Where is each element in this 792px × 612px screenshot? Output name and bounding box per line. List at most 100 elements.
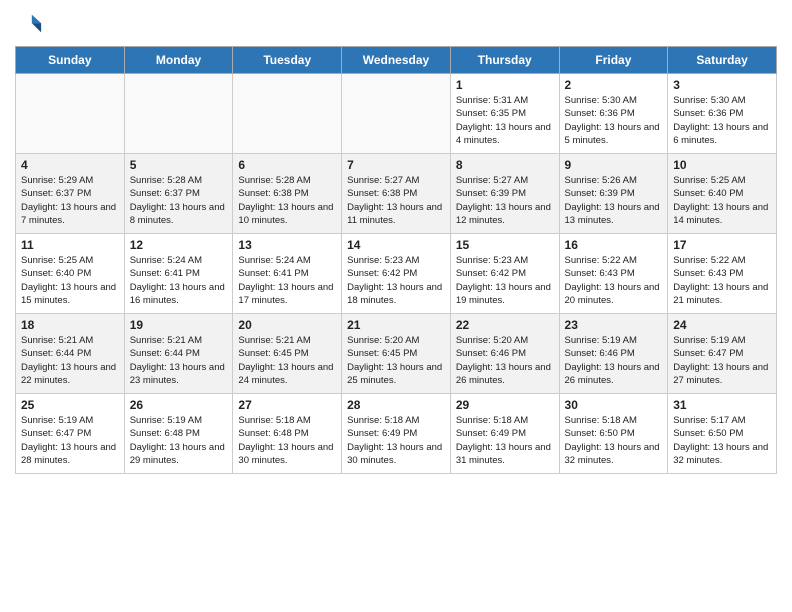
- calendar-table: SundayMondayTuesdayWednesdayThursdayFrid…: [15, 46, 777, 474]
- day-number: 10: [673, 158, 771, 172]
- calendar-cell: 31 Sunrise: 5:17 AM Sunset: 6:50 PM Dayli…: [668, 394, 777, 474]
- day-info: Sunrise: 5:19 AM Sunset: 6:48 PM Dayligh…: [130, 414, 228, 467]
- day-number: 8: [456, 158, 554, 172]
- day-number: 18: [21, 318, 119, 332]
- day-number: 17: [673, 238, 771, 252]
- weekday-header-wednesday: Wednesday: [342, 47, 451, 74]
- calendar-cell: 8 Sunrise: 5:27 AM Sunset: 6:39 PM Daylig…: [450, 154, 559, 234]
- calendar-cell: 23 Sunrise: 5:19 AM Sunset: 6:46 PM Dayli…: [559, 314, 668, 394]
- calendar-cell: 7 Sunrise: 5:27 AM Sunset: 6:38 PM Daylig…: [342, 154, 451, 234]
- day-info: Sunrise: 5:22 AM Sunset: 6:43 PM Dayligh…: [565, 254, 663, 307]
- day-number: 21: [347, 318, 445, 332]
- calendar-cell: 28Sunrise: 5:18 AM Sunset: 6:49 PM Dayli…: [342, 394, 451, 474]
- day-info: Sunrise: 5:24 AM Sunset: 6:41 PM Dayligh…: [238, 254, 336, 307]
- day-number: 1: [456, 78, 554, 92]
- calendar-cell: 19 Sunrise: 5:21 AM Sunset: 6:44 PM Dayli…: [124, 314, 233, 394]
- day-number: 29: [456, 398, 554, 412]
- weekday-header-thursday: Thursday: [450, 47, 559, 74]
- calendar-cell: 10 Sunrise: 5:25 AM Sunset: 6:40 PM Dayli…: [668, 154, 777, 234]
- calendar-cell: 6Sunrise: 5:28 AM Sunset: 6:38 PM Daylig…: [233, 154, 342, 234]
- weekday-header-tuesday: Tuesday: [233, 47, 342, 74]
- logo: [15, 10, 47, 38]
- calendar-cell: 12 Sunrise: 5:24 AM Sunset: 6:41 PM Dayli…: [124, 234, 233, 314]
- day-info: Sunrise: 5:19 AM Sunset: 6:46 PM Dayligh…: [565, 334, 663, 387]
- day-number: 11: [21, 238, 119, 252]
- day-info: Sunrise: 5:18 AM Sunset: 6:49 PM Dayligh…: [456, 414, 554, 467]
- day-number: 23: [565, 318, 663, 332]
- day-info: Sunrise: 5:23 AM Sunset: 6:42 PM Dayligh…: [456, 254, 554, 307]
- calendar-cell: 5 Sunrise: 5:28 AM Sunset: 6:37 PM Daylig…: [124, 154, 233, 234]
- day-info: Sunrise: 5:27 AM Sunset: 6:38 PM Dayligh…: [347, 174, 445, 227]
- calendar-cell: 21 Sunrise: 5:20 AM Sunset: 6:45 PM Dayli…: [342, 314, 451, 394]
- calendar-cell: 15Sunrise: 5:23 AM Sunset: 6:42 PM Dayli…: [450, 234, 559, 314]
- day-number: 19: [130, 318, 228, 332]
- day-info: Sunrise: 5:20 AM Sunset: 6:45 PM Dayligh…: [347, 334, 445, 387]
- day-info: Sunrise: 5:20 AM Sunset: 6:46 PM Dayligh…: [456, 334, 554, 387]
- calendar-cell: 3Sunrise: 5:30 AM Sunset: 6:36 PM Daylig…: [668, 74, 777, 154]
- week-row-1: 1 Sunrise: 5:31 AM Sunset: 6:35 PM Daylig…: [16, 74, 777, 154]
- day-info: Sunrise: 5:25 AM Sunset: 6:40 PM Dayligh…: [21, 254, 119, 307]
- calendar-cell: 18 Sunrise: 5:21 AM Sunset: 6:44 PM Dayli…: [16, 314, 125, 394]
- calendar-cell: 25Sunrise: 5:19 AM Sunset: 6:47 PM Dayli…: [16, 394, 125, 474]
- day-number: 13: [238, 238, 336, 252]
- day-info: Sunrise: 5:24 AM Sunset: 6:41 PM Dayligh…: [130, 254, 228, 307]
- day-number: 3: [673, 78, 771, 92]
- calendar-cell: 30 Sunrise: 5:18 AM Sunset: 6:50 PM Dayli…: [559, 394, 668, 474]
- calendar-cell: 27Sunrise: 5:18 AM Sunset: 6:48 PM Dayli…: [233, 394, 342, 474]
- day-info: Sunrise: 5:23 AM Sunset: 6:42 PM Dayligh…: [347, 254, 445, 307]
- day-info: Sunrise: 5:30 AM Sunset: 6:36 PM Dayligh…: [565, 94, 663, 147]
- day-info: Sunrise: 5:19 AM Sunset: 6:47 PM Dayligh…: [673, 334, 771, 387]
- calendar-cell: 26Sunrise: 5:19 AM Sunset: 6:48 PM Dayli…: [124, 394, 233, 474]
- day-number: 7: [347, 158, 445, 172]
- day-info: Sunrise: 5:29 AM Sunset: 6:37 PM Dayligh…: [21, 174, 119, 227]
- day-number: 31: [673, 398, 771, 412]
- logo-icon: [15, 10, 43, 38]
- day-info: Sunrise: 5:18 AM Sunset: 6:50 PM Dayligh…: [565, 414, 663, 467]
- day-number: 30: [565, 398, 663, 412]
- calendar-cell: 4 Sunrise: 5:29 AM Sunset: 6:37 PM Daylig…: [16, 154, 125, 234]
- calendar-cell: 29 Sunrise: 5:18 AM Sunset: 6:49 PM Dayli…: [450, 394, 559, 474]
- day-number: 12: [130, 238, 228, 252]
- day-number: 9: [565, 158, 663, 172]
- day-info: Sunrise: 5:25 AM Sunset: 6:40 PM Dayligh…: [673, 174, 771, 227]
- day-info: Sunrise: 5:28 AM Sunset: 6:37 PM Dayligh…: [130, 174, 228, 227]
- day-number: 5: [130, 158, 228, 172]
- day-number: 28: [347, 398, 445, 412]
- day-number: 20: [238, 318, 336, 332]
- weekday-header-saturday: Saturday: [668, 47, 777, 74]
- calendar-cell: 20Sunrise: 5:21 AM Sunset: 6:45 PM Dayli…: [233, 314, 342, 394]
- day-info: Sunrise: 5:17 AM Sunset: 6:50 PM Dayligh…: [673, 414, 771, 467]
- day-number: 14: [347, 238, 445, 252]
- day-info: Sunrise: 5:31 AM Sunset: 6:35 PM Dayligh…: [456, 94, 554, 147]
- day-info: Sunrise: 5:26 AM Sunset: 6:39 PM Dayligh…: [565, 174, 663, 227]
- weekday-header-sunday: Sunday: [16, 47, 125, 74]
- day-info: Sunrise: 5:27 AM Sunset: 6:39 PM Dayligh…: [456, 174, 554, 227]
- day-number: 2: [565, 78, 663, 92]
- day-number: 25: [21, 398, 119, 412]
- day-number: 24: [673, 318, 771, 332]
- calendar-cell: [342, 74, 451, 154]
- calendar-cell: 22 Sunrise: 5:20 AM Sunset: 6:46 PM Dayli…: [450, 314, 559, 394]
- calendar-cell: 17 Sunrise: 5:22 AM Sunset: 6:43 PM Dayli…: [668, 234, 777, 314]
- week-row-3: 11 Sunrise: 5:25 AM Sunset: 6:40 PM Dayli…: [16, 234, 777, 314]
- weekday-header-monday: Monday: [124, 47, 233, 74]
- day-number: 22: [456, 318, 554, 332]
- day-info: Sunrise: 5:21 AM Sunset: 6:44 PM Dayligh…: [130, 334, 228, 387]
- calendar-cell: 1 Sunrise: 5:31 AM Sunset: 6:35 PM Daylig…: [450, 74, 559, 154]
- weekday-header-friday: Friday: [559, 47, 668, 74]
- page-header: [15, 10, 777, 38]
- day-info: Sunrise: 5:22 AM Sunset: 6:43 PM Dayligh…: [673, 254, 771, 307]
- day-number: 27: [238, 398, 336, 412]
- calendar-cell: 16Sunrise: 5:22 AM Sunset: 6:43 PM Dayli…: [559, 234, 668, 314]
- calendar-cell: 13 Sunrise: 5:24 AM Sunset: 6:41 PM Dayli…: [233, 234, 342, 314]
- week-row-5: 25Sunrise: 5:19 AM Sunset: 6:47 PM Dayli…: [16, 394, 777, 474]
- calendar-cell: 2 Sunrise: 5:30 AM Sunset: 6:36 PM Daylig…: [559, 74, 668, 154]
- calendar-cell: 24 Sunrise: 5:19 AM Sunset: 6:47 PM Dayli…: [668, 314, 777, 394]
- day-info: Sunrise: 5:21 AM Sunset: 6:44 PM Dayligh…: [21, 334, 119, 387]
- day-number: 6: [238, 158, 336, 172]
- week-row-2: 4 Sunrise: 5:29 AM Sunset: 6:37 PM Daylig…: [16, 154, 777, 234]
- week-row-4: 18 Sunrise: 5:21 AM Sunset: 6:44 PM Dayli…: [16, 314, 777, 394]
- calendar-cell: 9 Sunrise: 5:26 AM Sunset: 6:39 PM Daylig…: [559, 154, 668, 234]
- calendar-cell: [16, 74, 125, 154]
- day-number: 4: [21, 158, 119, 172]
